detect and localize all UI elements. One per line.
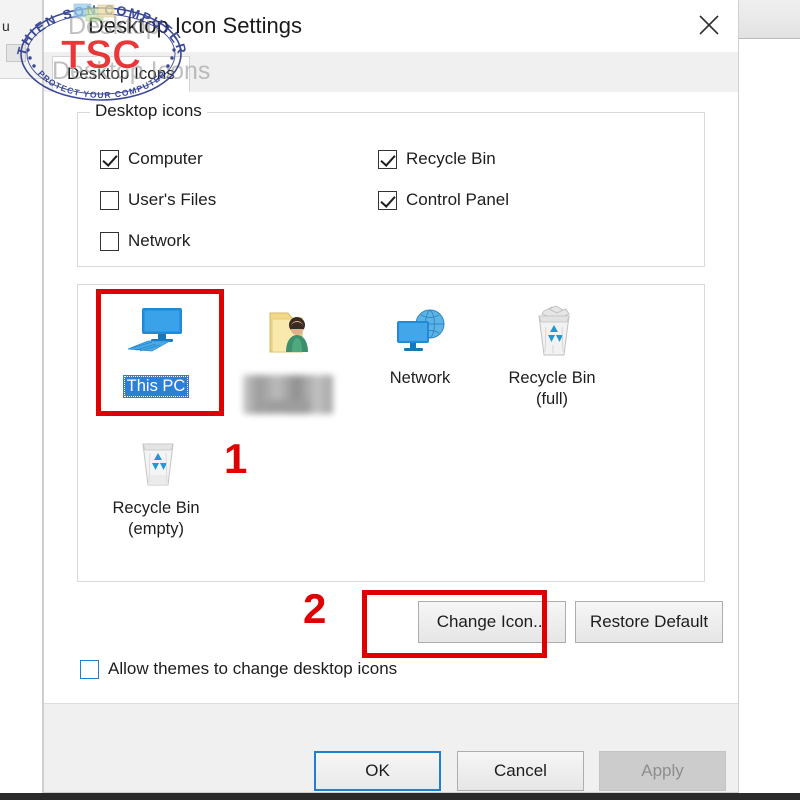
cancel-button-label: Cancel	[494, 761, 547, 780]
recycle-full-line2: (full)	[535, 389, 569, 408]
icon-item-user-folder-caption-wrap: ███████	[222, 368, 354, 414]
checkbox-row-network[interactable]: Network	[100, 231, 190, 251]
background-window-right-titlebar	[738, 0, 800, 39]
tab-strip: Desktop Icons	[44, 52, 738, 93]
checkbox-network-label: Network	[128, 231, 191, 250]
checkbox-network[interactable]	[100, 231, 119, 251]
icon-preview-panel: This PC Network Recycle Bin (full) Recyc…	[77, 284, 705, 582]
icon-item-recycle-bin-empty[interactable]: Recycle Bin (empty)	[90, 429, 222, 539]
checkbox-row-users-files[interactable]: User's Files	[100, 190, 216, 210]
apply-button-label: Apply	[641, 761, 684, 780]
change-icon-button-label: Change Icon...	[436, 612, 548, 631]
icon-item-recycle-bin-full-caption: Recycle Bin (full)	[486, 368, 618, 409]
checkbox-users-files-label: User's Files	[128, 190, 217, 209]
ok-button[interactable]: OK	[314, 751, 441, 791]
user-folder-icon	[222, 299, 354, 361]
desktop-icon-settings-dialog: Desktop Icon Settings Desktop Icons Desk…	[43, 0, 739, 793]
checkbox-row-computer[interactable]: Computer	[100, 149, 203, 169]
restore-default-button[interactable]: Restore Default	[575, 601, 723, 643]
checkbox-row-recycle-bin[interactable]: Recycle Bin	[378, 149, 496, 169]
screen: u Desktop Icon Settings Desktop Icons De…	[0, 0, 800, 800]
recycle-bin-empty-icon	[90, 429, 222, 491]
icon-item-this-pc-caption-wrap: This PC	[90, 368, 222, 398]
icon-item-recycle-bin-empty-caption: Recycle Bin (empty)	[90, 498, 222, 539]
restore-default-button-label: Restore Default	[589, 612, 709, 631]
checkbox-allow-themes[interactable]	[80, 659, 99, 679]
cancel-button[interactable]: Cancel	[457, 751, 584, 791]
recycle-empty-line2: (empty)	[128, 519, 184, 538]
background-window-left-button	[6, 44, 26, 62]
checkbox-recycle-bin[interactable]	[378, 149, 397, 169]
icon-item-user-folder-caption-redacted: ███████	[243, 375, 333, 414]
allow-themes-row[interactable]: Allow themes to change desktop icons	[80, 659, 397, 679]
close-icon[interactable]	[686, 2, 732, 48]
checkbox-users-files[interactable]	[100, 190, 119, 210]
checkbox-control-panel[interactable]	[378, 190, 397, 210]
background-window-right	[737, 0, 800, 800]
icon-item-network-caption: Network	[389, 369, 451, 387]
this-pc-icon	[90, 299, 222, 361]
background-window-left-titlebar	[0, 0, 42, 79]
ok-button-label: OK	[365, 761, 390, 780]
checkbox-allow-themes-label: Allow themes to change desktop icons	[108, 659, 398, 678]
dialog-body: Desktop icons Computer User's Files Netw…	[44, 92, 738, 792]
dialog-titlebar: Desktop Icon Settings	[44, 0, 738, 52]
recycle-full-line1: Recycle Bin	[508, 369, 596, 387]
dialog-title: Desktop Icon Settings	[88, 13, 303, 38]
tab-desktop-icons[interactable]: Desktop Icons	[52, 56, 190, 92]
apply-button: Apply	[599, 751, 726, 791]
checkbox-control-panel-label: Control Panel	[406, 190, 510, 209]
icon-item-recycle-bin-full[interactable]: Recycle Bin (full)	[486, 299, 618, 409]
icon-item-user-folder[interactable]: ███████	[222, 299, 354, 414]
recycle-empty-line1: Recycle Bin	[112, 499, 200, 517]
recycle-bin-full-icon	[486, 299, 618, 361]
change-icon-button[interactable]: Change Icon...	[418, 601, 566, 643]
checkbox-computer[interactable]	[100, 149, 119, 169]
icon-item-this-pc[interactable]: This PC	[90, 299, 222, 398]
background-window-left: u	[0, 0, 43, 800]
checkbox-row-control-panel[interactable]: Control Panel	[378, 190, 509, 210]
desktop-icons-groupbox: Desktop icons Computer User's Files Netw…	[77, 101, 705, 267]
network-icon	[354, 299, 486, 361]
icon-item-this-pc-caption: This PC	[122, 375, 190, 398]
groupbox-legend: Desktop icons	[90, 101, 207, 121]
checkbox-recycle-bin-label: Recycle Bin	[406, 149, 496, 168]
checkbox-computer-label: Computer	[128, 149, 203, 168]
tab-desktop-icons-label: Desktop Icons	[67, 64, 175, 83]
icon-item-network[interactable]: Network	[354, 299, 486, 389]
screen-bottom-bar	[0, 793, 800, 800]
background-window-left-title-fragment: u	[2, 18, 10, 34]
